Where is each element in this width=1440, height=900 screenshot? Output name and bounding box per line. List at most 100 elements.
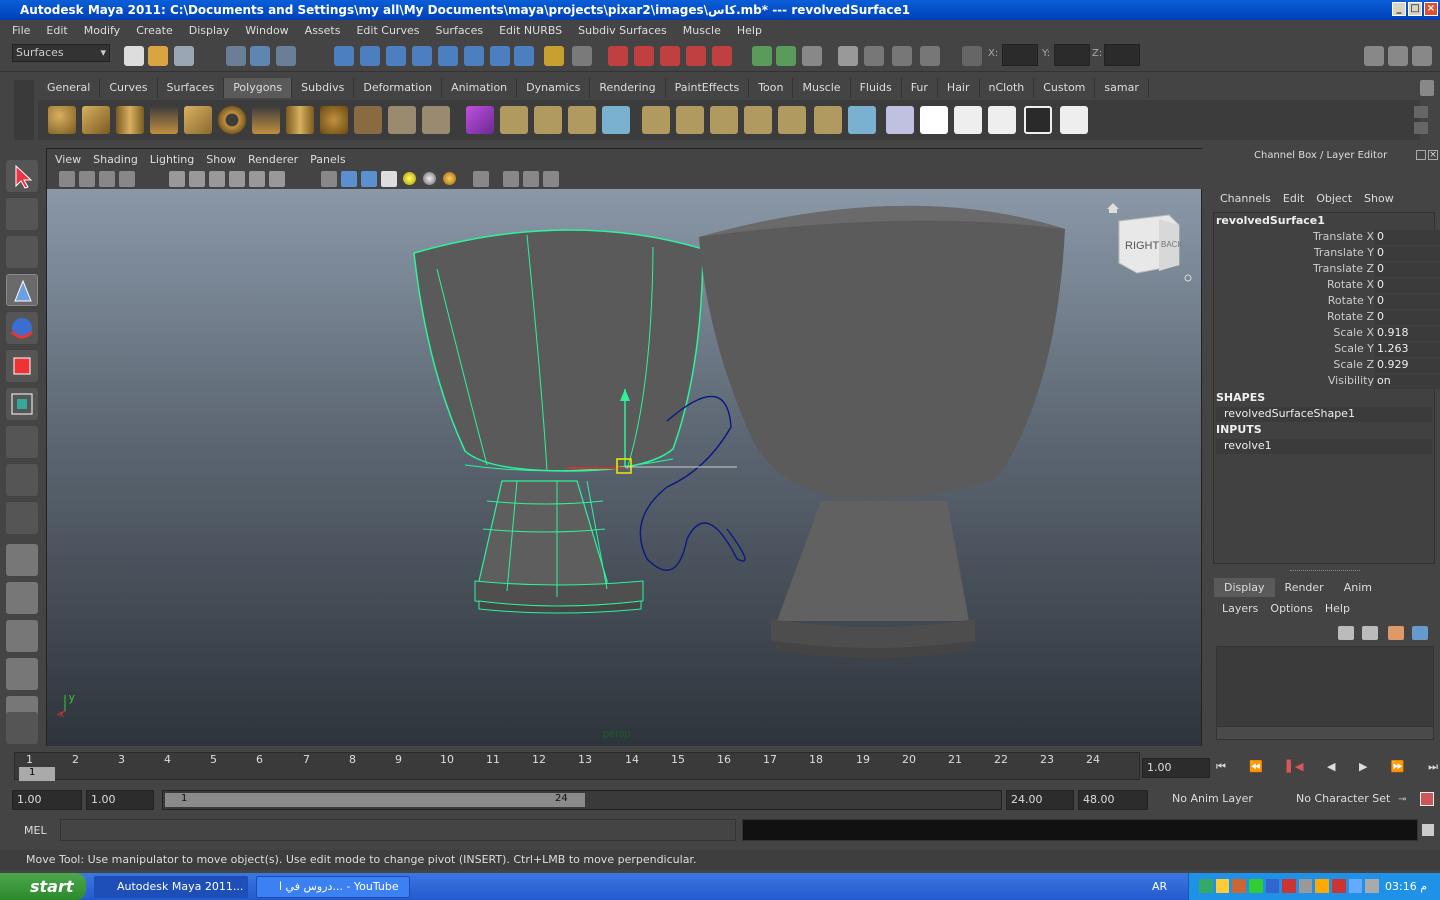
render-settings-icon[interactable] [660,46,680,66]
new-scene-icon[interactable] [124,46,144,66]
select-component-icon[interactable] [276,46,296,66]
transform-icon[interactable] [802,46,822,66]
absolute-transform-icon[interactable] [962,46,982,66]
tab-muscle[interactable]: Muscle [793,78,851,98]
viewport-menu-view[interactable]: View [49,153,87,166]
menu-surfaces[interactable]: Surfaces [427,24,491,37]
menu-help[interactable]: Help [729,24,770,37]
paint-select-tool-icon[interactable] [6,236,38,268]
viewport-menu-lighting[interactable]: Lighting [144,153,200,166]
layer-scrollbar[interactable] [1216,726,1434,740]
channel-translate-x[interactable]: Translate X0 [1220,230,1440,246]
tab-deformation[interactable]: Deformation [354,78,443,98]
custom-layout-icon[interactable] [6,712,38,744]
cylindrical-mapping-icon[interactable] [954,106,982,134]
separate-icon[interactable] [388,106,416,134]
step-back-frame-icon[interactable]: ▌◀ [1287,760,1304,778]
history-icon[interactable] [464,46,484,66]
tab-polygons[interactable]: Polygons [224,78,293,98]
help-icon[interactable] [514,46,534,66]
merge-vertices-icon[interactable] [848,106,876,134]
rotate-tool-icon[interactable] [6,312,38,344]
ipr-render-icon[interactable] [634,46,654,66]
bridge-icon[interactable] [676,106,704,134]
input-line-icon[interactable] [752,46,772,66]
taskbar-youtube[interactable]: دروس في ا... - YouTube [256,876,410,898]
channel-translate-z[interactable]: Translate Z0 [1220,262,1440,278]
range-slider[interactable]: 1 24 [162,790,1002,810]
play-backwards-icon[interactable]: ◀ [1327,760,1335,778]
make-live-icon[interactable] [438,46,458,66]
xray-joints-icon[interactable] [523,171,539,187]
bevel-icon[interactable] [886,106,914,134]
channel-rotate-z[interactable]: Rotate Z0 [1220,310,1440,326]
current-frame-field[interactable]: 1.00 [1142,758,1210,778]
channel-rotate-y[interactable]: Rotate Y0 [1220,294,1440,310]
tab-ncloth[interactable]: nCloth [979,78,1035,98]
highlight-selection-icon[interactable] [572,46,592,66]
object-name[interactable]: revolvedSurface1 [1216,214,1325,227]
menu-assets[interactable]: Assets [297,24,349,37]
channel-scale-y[interactable]: Scale Y 1.263 [1220,342,1440,358]
tab-general[interactable]: General [38,78,101,98]
y-coord-field[interactable] [1054,44,1090,66]
tab-hair[interactable]: Hair [937,78,980,98]
view-cube[interactable]: RIGHT BACK [1118,214,1183,274]
script-editor-icon[interactable] [1422,824,1434,836]
tab-subdivs[interactable]: Subdivs [292,78,355,98]
poly-cube-icon[interactable] [82,106,110,134]
viewcube-menu-icon[interactable] [1184,274,1192,282]
tab-surfaces[interactable]: Surfaces [157,78,225,98]
channel-box-tool-icons[interactable] [1382,168,1436,184]
menu-edit-curves[interactable]: Edit Curves [348,24,427,37]
poly-torus-icon[interactable] [218,106,246,134]
backface-culling-icon[interactable] [543,171,559,187]
viewport-menu-renderer[interactable]: Renderer [242,153,304,166]
isolate-select-icon[interactable] [473,171,489,187]
viewport-menu-show[interactable]: Show [200,153,242,166]
tab-samar[interactable]: samar [1095,78,1149,98]
safe-title-icon[interactable] [269,171,285,187]
insert-edge-loop-icon[interactable] [778,106,806,134]
wireframe-icon[interactable] [321,171,337,187]
go-to-end-icon[interactable]: ⏭ [1428,760,1438,778]
panel-splitter[interactable] [1290,570,1360,573]
input-node[interactable]: revolve1 [1216,439,1432,454]
character-set-dropdown[interactable]: No Character Set [1292,790,1392,810]
home-icon[interactable] [1107,203,1119,213]
shadows-icon[interactable] [423,172,436,185]
x-coord-field[interactable] [1002,44,1038,66]
playback-start-field[interactable]: 1.00 [86,790,154,810]
channel-box-icon[interactable] [892,46,912,66]
z-coord-field[interactable] [1104,44,1140,66]
hypershade-icon[interactable] [686,46,706,66]
lock-icon[interactable] [544,46,564,66]
outliner-icon[interactable] [920,46,940,66]
bool-intersection-icon[interactable] [568,106,596,134]
textured-icon[interactable] [381,171,397,187]
render-view-icon[interactable] [712,46,732,66]
tray-clock[interactable]: 03:16 م [1385,880,1427,893]
layer-help-menu[interactable]: Help [1319,602,1356,615]
snap-curve-icon[interactable] [360,46,380,66]
split-polygon-icon[interactable] [744,106,772,134]
new-layer-selected-icon[interactable] [1362,626,1378,640]
single-pane-layout-icon[interactable] [6,544,38,576]
language-indicator[interactable]: AR [1152,880,1167,893]
xray-icon[interactable] [503,171,519,187]
menu-window[interactable]: Window [237,24,296,37]
channel-translate-y[interactable]: Translate Y0 [1220,246,1440,262]
select-tool-icon[interactable] [6,160,38,192]
tab-dynamics[interactable]: Dynamics [517,78,591,98]
tab-anim-layers[interactable]: Anim [1334,578,1382,597]
viewport-menu-shading[interactable]: Shading [87,153,144,166]
render-frame-icon[interactable] [608,46,628,66]
tab-toon[interactable]: Toon [749,78,794,98]
extract-icon[interactable] [422,106,450,134]
tab-custom[interactable]: Custom [1034,78,1096,98]
playback-end-field[interactable]: 24.00 [1006,790,1074,810]
smooth-shade-icon[interactable] [341,171,357,187]
tab-curves[interactable]: Curves [100,78,158,98]
maximize-button[interactable]: □ [1408,2,1422,16]
show-hide-attribute-editor-icon[interactable] [1364,46,1384,66]
